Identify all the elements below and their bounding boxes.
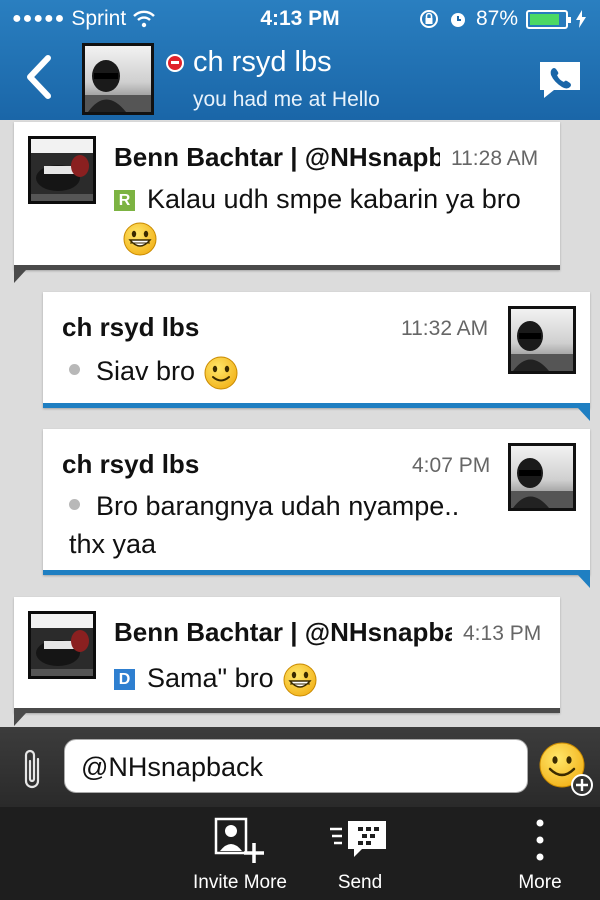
sender-avatar[interactable]	[28, 611, 96, 679]
alarm-icon	[450, 13, 465, 27]
contact-status-message: you had me at Hello	[193, 88, 380, 111]
more-vertical-icon	[536, 819, 544, 861]
battery-percent: 87%	[475, 7, 518, 30]
delivered-status-badge: D	[114, 669, 135, 690]
more-label: More	[518, 872, 562, 893]
bottom-toolbar: Invite More Send More	[0, 807, 600, 900]
grin-emoji-icon	[123, 222, 157, 256]
charging-icon	[576, 10, 586, 28]
chat-header: ch rsyd lbs you had me at Hello	[0, 38, 600, 120]
busy-status-icon	[166, 54, 184, 72]
message-time: 11:32 AM	[401, 317, 489, 340]
back-arrow-icon[interactable]	[20, 52, 60, 102]
contact-name: ch rsyd lbs	[193, 46, 332, 78]
message-time: 11:28 AM	[451, 147, 539, 170]
bbm-send-icon	[330, 821, 386, 857]
contact-avatar[interactable]	[82, 43, 154, 115]
message-input[interactable]: @NHsnapback	[64, 739, 528, 793]
attachment-icon[interactable]	[18, 747, 46, 791]
conversation-area[interactable]: Benn Bachtar | @NHsnapback 11:28 AM R Kal…	[0, 120, 600, 727]
grin-emoji-icon	[283, 663, 317, 697]
message-text-block: Siav bro	[69, 352, 489, 391]
call-icon[interactable]	[536, 60, 584, 100]
message-text: Siav bro	[96, 356, 196, 386]
sender-name: ch rsyd lbs	[62, 449, 200, 479]
message-bubble[interactable]: Benn Bachtar | @NHsnapback 4:13 PM D Sama…	[14, 597, 560, 726]
rotation-lock-icon	[419, 10, 438, 28]
send-label: Send	[337, 872, 383, 893]
invite-more-label: Invite More	[193, 872, 287, 893]
invite-contact-icon	[214, 817, 264, 863]
message-text-block: R Kalau udh smpe kabarin ya bro	[114, 180, 534, 257]
invite-more-button[interactable]: Invite More	[180, 807, 300, 900]
bubble-tail	[14, 713, 26, 726]
message-bubble[interactable]: ch rsyd lbs 4:07 PM Bro barangnya udah n…	[43, 429, 590, 588]
message-bubble[interactable]: Benn Bachtar | @NHsnapback 11:28 AM R Kal…	[14, 122, 560, 283]
battery-icon	[526, 9, 571, 29]
compose-bar: @NHsnapback	[0, 727, 600, 807]
sender-name: ch rsyd lbs	[62, 312, 200, 342]
message-time: 4:07 PM	[412, 454, 491, 477]
sender-avatar[interactable]	[28, 136, 96, 204]
message-text-block: Bro barangnya udah nyampe.. thx yaa	[69, 487, 499, 563]
sender-name: Benn Bachtar | @NHsnapback	[114, 142, 440, 172]
sender-name: Benn Bachtar | @NHsnapback	[114, 617, 452, 647]
status-bar: ●●●●● Sprint 4:13 PM 87%	[0, 0, 600, 38]
smile-emoji-icon	[204, 356, 238, 390]
send-button[interactable]: Send	[310, 807, 410, 900]
delivered-indicator	[69, 364, 80, 375]
message-text: Sama" bro	[147, 663, 274, 693]
more-button[interactable]: More	[500, 807, 580, 900]
delivered-indicator	[69, 499, 80, 510]
message-text: Bro barangnya udah nyampe.. thx yaa	[69, 491, 460, 559]
bubble-tail	[578, 408, 590, 421]
sender-avatar[interactable]	[508, 443, 576, 511]
read-status-badge: R	[114, 190, 135, 211]
message-time: 4:13 PM	[463, 622, 542, 645]
message-text: Kalau udh smpe kabarin ya bro	[147, 184, 521, 214]
bubble-tail	[14, 270, 26, 283]
emoticon-picker-icon[interactable]	[538, 741, 594, 797]
message-text-block: D Sama" bro	[114, 659, 534, 698]
message-bubble[interactable]: ch rsyd lbs 11:32 AM Siav bro	[43, 292, 590, 421]
sender-avatar[interactable]	[508, 306, 576, 374]
top-bar: ●●●●● Sprint 4:13 PM 87% ch rsyd lbs you…	[0, 0, 600, 120]
bubble-tail	[578, 575, 590, 588]
